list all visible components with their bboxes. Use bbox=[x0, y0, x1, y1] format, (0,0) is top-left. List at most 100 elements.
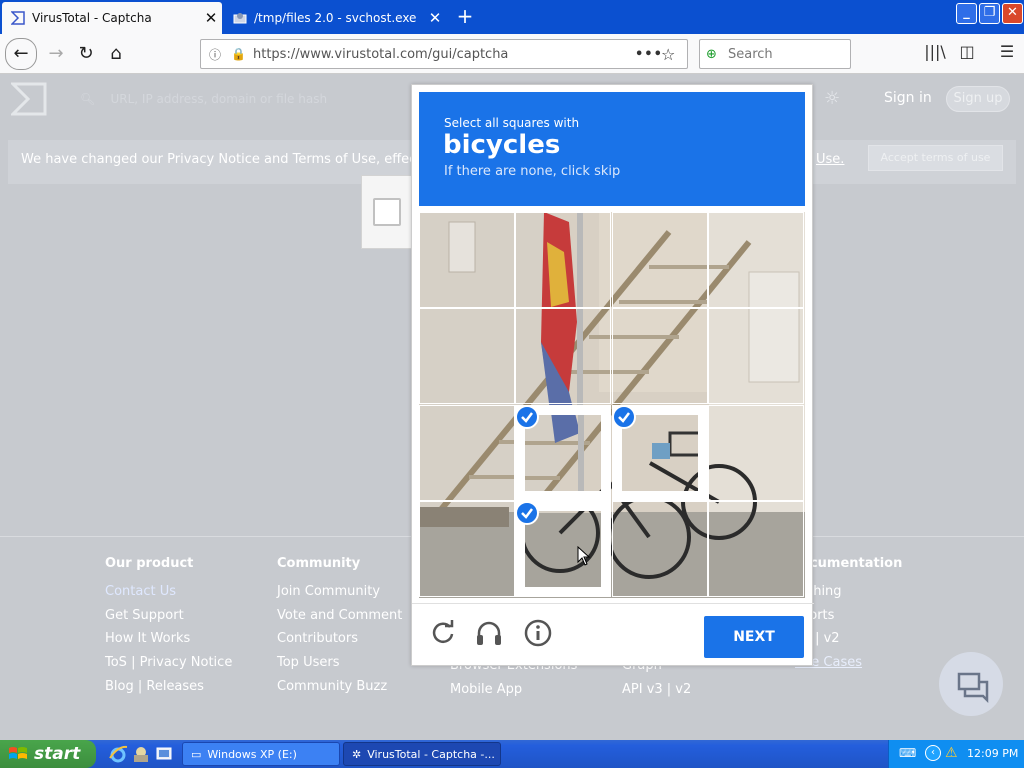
new-tab-button[interactable]: + bbox=[452, 4, 478, 30]
file-manager-favicon-icon bbox=[232, 10, 248, 26]
reload-challenge-icon[interactable] bbox=[428, 618, 458, 648]
windows-logo-icon bbox=[9, 747, 27, 759]
footer-link[interactable]: How It Works bbox=[105, 631, 232, 655]
restore-window-button[interactable]: ❐ bbox=[979, 3, 1000, 24]
main-search-placeholder: URL, IP address, domain or file hash bbox=[110, 92, 328, 106]
mouse-cursor-icon bbox=[577, 546, 591, 566]
recaptcha-checkbox[interactable] bbox=[373, 198, 401, 226]
footer-link[interactable]: Get Support bbox=[105, 608, 232, 632]
selected-check-icon bbox=[612, 405, 636, 429]
back-button[interactable]: ← bbox=[5, 38, 37, 70]
audio-challenge-icon[interactable] bbox=[474, 618, 504, 648]
home-button[interactable]: ⌂ bbox=[102, 40, 130, 68]
captcha-tile[interactable] bbox=[419, 308, 515, 404]
address-bar[interactable]: ⓘ 🔒 https://www.virustotal.com/gui/captc… bbox=[200, 39, 688, 69]
footer-link[interactable]: rching bbox=[801, 584, 902, 608]
minimize-window-button[interactable]: _ bbox=[956, 3, 977, 24]
footer-link[interactable]: API v3 | v2 bbox=[622, 682, 691, 706]
forward-button[interactable]: → bbox=[42, 40, 70, 68]
internet-explorer-icon[interactable] bbox=[108, 744, 128, 764]
footer-link[interactable]: Community Buzz bbox=[277, 679, 402, 703]
privacy-banner-text: We have changed our Privacy Notice and T… bbox=[21, 152, 457, 167]
footer-link[interactable]: Blog | Releases bbox=[105, 679, 232, 703]
tab-virustotal-captcha[interactable]: VirusTotal - Captcha ✕ bbox=[2, 2, 222, 34]
captcha-tile[interactable] bbox=[708, 212, 804, 308]
hamburger-menu-icon[interactable]: ☰ bbox=[994, 42, 1020, 66]
site-info-icon[interactable]: ⓘ bbox=[209, 46, 227, 63]
chat-support-button[interactable] bbox=[939, 652, 1003, 716]
search-engine-icon: ⊕ bbox=[706, 46, 717, 62]
library-icon[interactable]: |||\ bbox=[922, 42, 948, 66]
page-actions-icon[interactable]: ••• bbox=[635, 47, 662, 62]
tab-title: /tmp/files 2.0 - svchost.exe bbox=[254, 11, 417, 25]
footer-link[interactable]: Top Users bbox=[277, 655, 402, 679]
captcha-tile[interactable] bbox=[419, 501, 515, 597]
bookmark-star-icon[interactable]: ☆ bbox=[661, 45, 687, 64]
close-window-button[interactable]: ✕ bbox=[1002, 3, 1023, 24]
footer-link[interactable]: ToS | Privacy Notice bbox=[105, 655, 232, 679]
url-text[interactable]: https://www.virustotal.com/gui/captcha bbox=[253, 47, 635, 62]
virustotal-favicon-icon bbox=[10, 10, 26, 26]
captcha-tile[interactable] bbox=[419, 212, 515, 308]
next-button[interactable]: NEXT bbox=[704, 616, 804, 658]
accept-terms-button[interactable]: Accept terms of use bbox=[868, 145, 1003, 171]
firefox-window-icon: ✲ bbox=[352, 747, 362, 761]
show-desktop-icon[interactable] bbox=[154, 744, 174, 764]
reload-button[interactable]: ↻ bbox=[72, 40, 100, 68]
security-alert-icon[interactable]: ⚠ bbox=[945, 745, 958, 761]
virustotal-logo-icon[interactable] bbox=[11, 82, 47, 116]
tab-svchost-files[interactable]: /tmp/files 2.0 - svchost.exe ✕ bbox=[224, 2, 446, 34]
captcha-tile[interactable] bbox=[515, 212, 611, 308]
footer-link[interactable]: ports bbox=[801, 608, 902, 632]
footer-heading: Community bbox=[277, 556, 361, 571]
close-tab-icon[interactable]: ✕ bbox=[200, 9, 222, 27]
captcha-instructions: Select all squares with bicycles If ther… bbox=[419, 92, 805, 206]
file-manager-quicklaunch-icon[interactable] bbox=[131, 744, 151, 764]
close-tab-icon[interactable]: ✕ bbox=[424, 9, 446, 27]
captcha-instruction-line: Select all squares with bbox=[444, 116, 580, 130]
footer-heading: Our product bbox=[105, 556, 194, 571]
taskbar-item-virustotal-captcha[interactable]: ✲ VirusTotal - Captcha -... bbox=[343, 742, 501, 766]
start-label: start bbox=[34, 744, 81, 764]
start-button[interactable]: start bbox=[0, 740, 96, 768]
footer-heading: ocumentation bbox=[801, 556, 903, 571]
captcha-tile[interactable] bbox=[419, 405, 515, 501]
help-info-icon[interactable] bbox=[523, 618, 553, 648]
footer-link[interactable]: Mobile App bbox=[450, 682, 577, 706]
captcha-challenge: Select all squares with bicycles If ther… bbox=[411, 84, 814, 667]
captcha-tile-selected[interactable] bbox=[612, 405, 708, 501]
captcha-tile-selected[interactable] bbox=[515, 405, 611, 501]
tray-expand-icon[interactable]: ‹ bbox=[925, 745, 941, 761]
search-bar[interactable]: ⊕ Search bbox=[699, 39, 851, 69]
drive-icon: ▭ bbox=[191, 747, 202, 761]
sidebar-toggle-icon[interactable]: ◫ bbox=[954, 42, 980, 66]
system-tray: ⌨ ‹ ⚠ 12:09 PM bbox=[888, 740, 1024, 768]
captcha-image-grid bbox=[419, 212, 805, 598]
captcha-tile[interactable] bbox=[612, 212, 708, 308]
footer-link[interactable]: Join Community bbox=[277, 584, 402, 608]
taskbar-item-windows-xp-drive[interactable]: ▭ Windows XP (E:) bbox=[182, 742, 340, 766]
footer-column-community: Community Join Community Vote and Commen… bbox=[277, 556, 402, 702]
footer-link[interactable]: Vote and Comment bbox=[277, 608, 402, 632]
captcha-tile[interactable] bbox=[708, 405, 804, 501]
captcha-tile[interactable] bbox=[612, 308, 708, 404]
sign-in-link[interactable]: Sign in bbox=[884, 90, 932, 106]
terms-of-use-link[interactable]: Use. bbox=[816, 152, 844, 167]
captcha-footer: NEXT bbox=[412, 603, 814, 667]
captcha-tile[interactable] bbox=[515, 308, 611, 404]
captcha-tile-selected[interactable] bbox=[515, 501, 611, 597]
main-search-input[interactable]: 🔍︎ URL, IP address, domain or file hash bbox=[80, 92, 327, 106]
search-placeholder: Search bbox=[728, 46, 773, 62]
captcha-tile[interactable] bbox=[708, 501, 804, 597]
captcha-tile[interactable] bbox=[708, 308, 804, 404]
theme-toggle-icon[interactable]: ☼ bbox=[824, 88, 840, 109]
captcha-tile[interactable] bbox=[612, 501, 708, 597]
sign-up-button[interactable]: Sign up bbox=[946, 86, 1010, 112]
footer-column-documentation: ocumentation rching ports v3 | v2 Use Ca… bbox=[795, 556, 903, 679]
footer-link[interactable]: Contact Us bbox=[105, 584, 232, 608]
keyboard-icon[interactable]: ⌨ bbox=[899, 746, 916, 760]
footer-link[interactable]: Contributors bbox=[277, 631, 402, 655]
taskbar-item-label: Windows XP (E:) bbox=[207, 747, 297, 761]
tab-title: VirusTotal - Captcha bbox=[32, 11, 152, 25]
tab-strip: VirusTotal - Captcha ✕ /tmp/files 2.0 - … bbox=[0, 0, 1024, 34]
